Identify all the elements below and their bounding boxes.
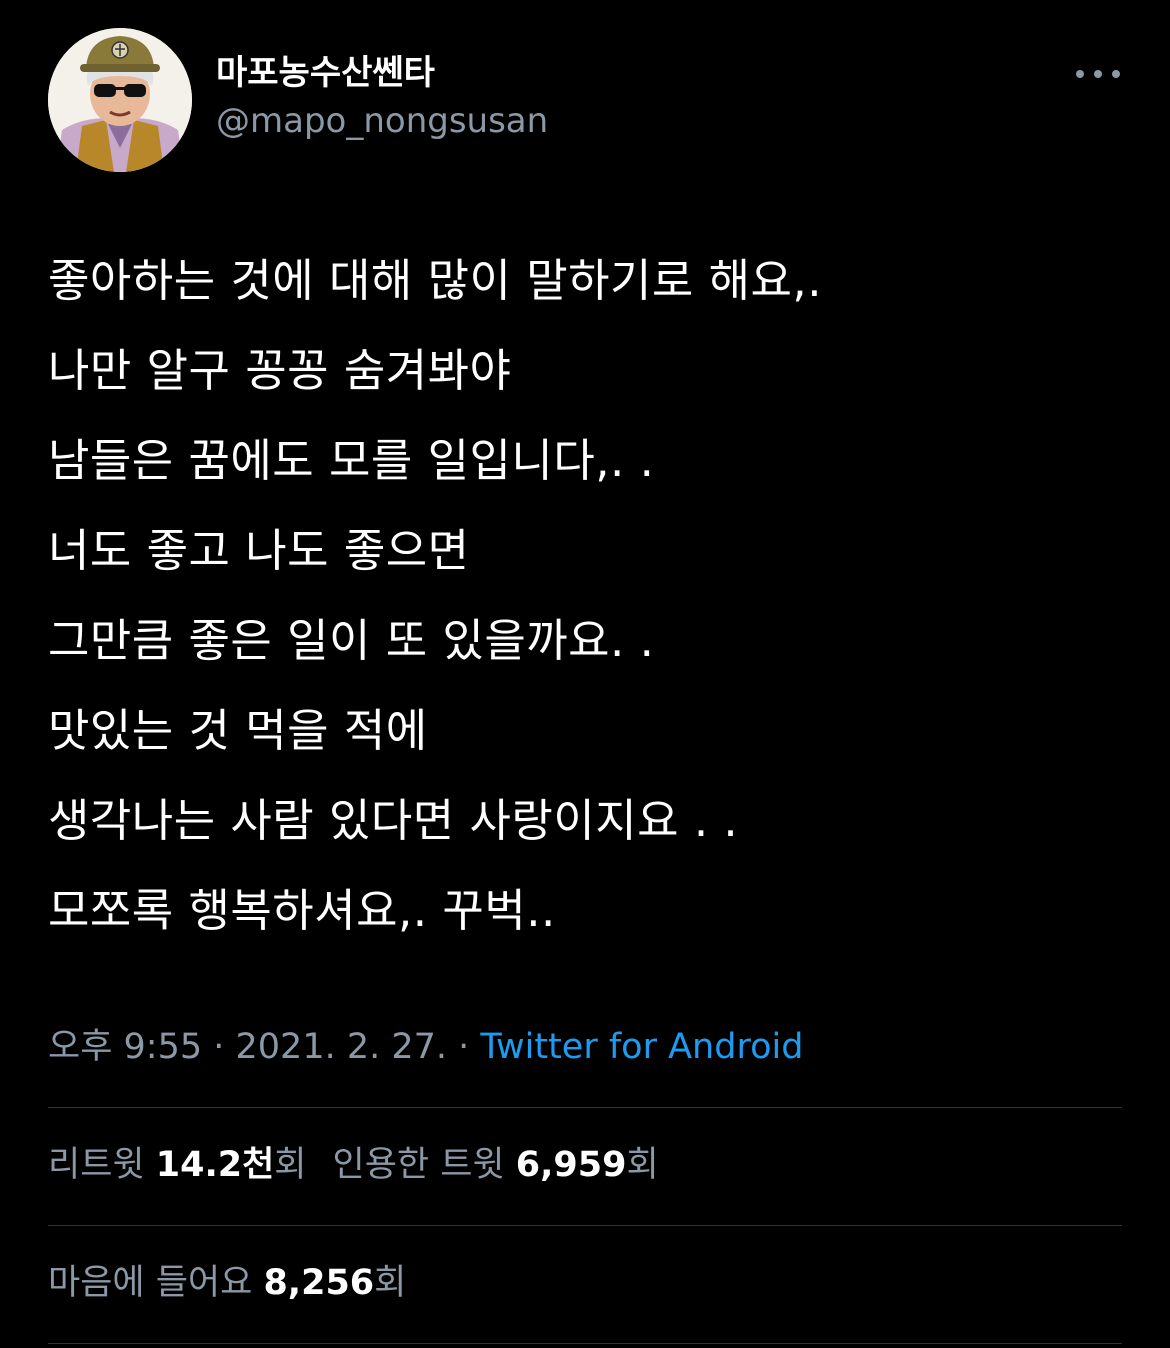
quotes-label: 인용한 트윗 — [332, 1145, 516, 1185]
tweet-line: 맛있는 것 먹을 적에 — [48, 704, 428, 757]
divider — [48, 1343, 1122, 1344]
tweet-meta: 오후 9:55 · 2021. 2. 27. · Twitter for And… — [48, 1022, 803, 1072]
tweet-header: 마포농수산쎈타 @mapo_nongsusan — [48, 28, 1122, 178]
quotes-stat[interactable]: 인용한 트윗 6,959회 — [333, 1140, 659, 1190]
divider — [48, 1107, 1122, 1108]
meta-separator: · — [202, 1027, 236, 1067]
tweet-line: 남들은 꿈에도 모를 일입니다,. . — [48, 434, 655, 487]
tweet-source-link[interactable]: Twitter for Android — [480, 1027, 803, 1067]
retweets-label: 리트윗 — [48, 1145, 156, 1185]
tweet-line: 모쪼록 행복하셔요,. 꾸벅.. — [48, 884, 556, 937]
quotes-count: 6,959 — [515, 1145, 627, 1185]
likes-stat[interactable]: 마음에 들어요 8,256회 — [48, 1258, 406, 1308]
retweets-count: 14.2천 — [155, 1145, 275, 1185]
likes-count: 8,256 — [263, 1263, 375, 1303]
tweet-line: 그만큼 좋은 일이 또 있을까요. . — [48, 614, 655, 667]
tweet-line: 좋아하는 것에 대해 많이 말하기로 해요,. — [48, 254, 823, 307]
tweet-line: 너도 좋고 나도 좋으면 — [48, 524, 470, 577]
tweet-date[interactable]: 2021. 2. 27. — [236, 1027, 448, 1067]
likes-label: 마음에 들어요 — [48, 1263, 264, 1303]
more-options-button[interactable] — [1074, 64, 1122, 84]
author-info: 마포농수산쎈타 @mapo_nongsusan — [216, 50, 548, 146]
quotes-suffix: 회 — [626, 1145, 659, 1185]
retweet-quote-stats: 리트윗 14.2천회 인용한 트윗 6,959회 — [48, 1140, 659, 1190]
tweet-line: 생각나는 사람 있다면 사랑이지요 . . — [48, 794, 739, 847]
ellipsis-icon — [1076, 70, 1120, 78]
tweet-line: 나만 알구 꽁꽁 숨겨봐야 — [48, 344, 512, 397]
tweet-time[interactable]: 오후 9:55 — [48, 1027, 202, 1067]
retweets-stat[interactable]: 리트윗 14.2천회 — [48, 1140, 307, 1190]
display-name[interactable]: 마포농수산쎈타 — [216, 50, 548, 96]
meta-separator: · — [447, 1027, 481, 1067]
avatar[interactable] — [48, 28, 192, 172]
divider — [48, 1225, 1122, 1226]
tweet-text: 좋아하는 것에 대해 많이 말하기로 해요,. 나만 알구 꽁꽁 숨겨봐야 남들… — [48, 236, 1122, 956]
retweets-suffix: 회 — [274, 1145, 307, 1185]
likes-stats: 마음에 들어요 8,256회 — [48, 1258, 406, 1308]
user-handle[interactable]: @mapo_nongsusan — [216, 96, 548, 146]
avatar-illustration — [48, 28, 192, 172]
likes-suffix: 회 — [374, 1263, 407, 1303]
